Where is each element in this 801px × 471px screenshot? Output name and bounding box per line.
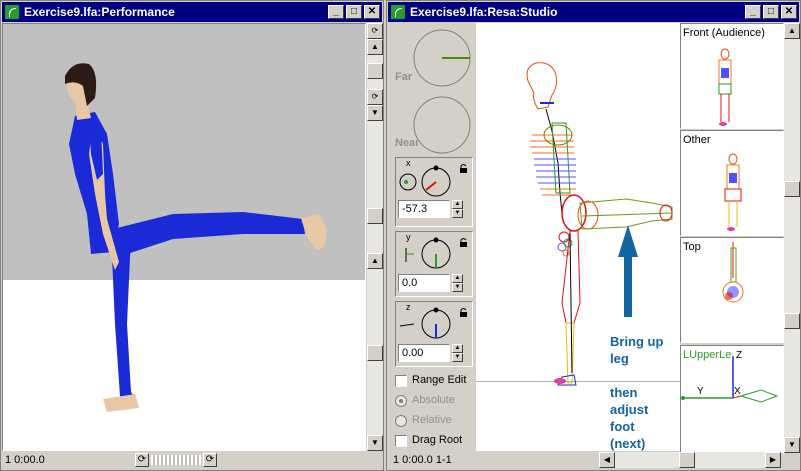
- axis-z-label: Z: [736, 350, 743, 361]
- drag-root-label: Drag Root: [412, 434, 463, 446]
- performance-window: Exercise9.lfa:Performance _ □ ✕ ⟳ ▲ ⟳ ▼ …: [0, 0, 384, 471]
- scroll-left-button[interactable]: ◀: [599, 452, 615, 468]
- studio-vscroll[interactable]: ▲ ▼: [784, 23, 800, 453]
- scroll-thumb[interactable]: [784, 181, 800, 197]
- annotation-line: then: [610, 385, 638, 400]
- far-label: Far: [395, 71, 413, 83]
- annotation-line: foot: [610, 419, 635, 434]
- near-label: Near: [395, 137, 420, 149]
- x-rotation-group: x -57.3 ▲ ▼: [395, 157, 473, 227]
- performance-status-bar: 1 0:00.0 ⟳ ⟳: [3, 452, 383, 468]
- minimize-button[interactable]: _: [745, 5, 761, 19]
- maximize-button[interactable]: □: [763, 5, 779, 19]
- rotate-icon[interactable]: ⟳: [203, 453, 217, 467]
- z-rotation-group: z 0.00 ▲ ▼: [395, 301, 473, 367]
- scroll-thumb[interactable]: [784, 313, 800, 329]
- app-icon: [5, 5, 19, 19]
- lock-icon[interactable]: [459, 238, 468, 248]
- rotate-icon[interactable]: ⟳: [135, 453, 149, 467]
- zoom-slider[interactable]: [151, 455, 201, 465]
- scroll-thumb[interactable]: [367, 208, 383, 224]
- dial-panel: Far Near x -57.3 ▲ ▼ y 0.0 ▲ ▼ z 0.00 ▲ …: [390, 23, 474, 451]
- performance-titlebar[interactable]: Exercise9.lfa:Performance _ □ ✕: [2, 2, 382, 22]
- front-view-panel[interactable]: Front (Audience): [680, 23, 784, 129]
- performance-viewport[interactable]: [2, 23, 366, 451]
- scroll-down-button[interactable]: ▼: [367, 435, 383, 451]
- app-icon: [391, 5, 405, 19]
- top-skeleton-thumb: [722, 242, 744, 303]
- performance-vscroll[interactable]: ⟳ ▲ ⟳ ▼ ▲ ▼: [367, 23, 383, 451]
- relative-label: Relative: [412, 414, 452, 426]
- z-value-spinner[interactable]: ▲ ▼: [452, 344, 463, 362]
- annotation-line: leg: [610, 351, 629, 366]
- annotation-line: adjust: [610, 402, 649, 417]
- z-value-field[interactable]: 0.00: [398, 344, 450, 362]
- y-value-spinner[interactable]: ▲ ▼: [452, 274, 463, 292]
- axis-y-label: Y: [697, 386, 704, 397]
- minimize-button[interactable]: _: [328, 5, 344, 19]
- scroll-thumb[interactable]: [367, 63, 383, 79]
- joint-axis-panel[interactable]: LUpperLe Z Y X: [680, 345, 784, 453]
- other-view-panel[interactable]: Other: [680, 130, 784, 236]
- absolute-radio[interactable]: [395, 395, 407, 407]
- scroll-up-button[interactable]: ▲: [367, 39, 383, 55]
- annotation-line: (next): [610, 436, 646, 451]
- axis-x-label: X: [734, 386, 741, 397]
- studio-window: Exercise9.lfa:Resa:Studio _ □ ✕ Far Near…: [386, 0, 801, 471]
- relative-radio[interactable]: [395, 415, 407, 427]
- lock-icon[interactable]: [459, 164, 468, 174]
- x-value-field[interactable]: -57.3: [398, 200, 450, 218]
- top-view-panel[interactable]: Top: [680, 237, 784, 343]
- front-skeleton-thumb: [718, 48, 732, 126]
- absolute-label: Absolute: [412, 394, 455, 406]
- studio-status-bar: 1 0:00.0 1-1 ◀ ▶: [389, 452, 800, 468]
- drag-root-checkbox[interactable]: [395, 435, 407, 447]
- scroll-up-button[interactable]: ▲: [367, 253, 383, 269]
- studio-time-readout: 1 0:00.0 1-1: [393, 454, 452, 466]
- horizontal-scroll-track[interactable]: [615, 452, 779, 468]
- y-value-field[interactable]: 0.0: [398, 274, 450, 292]
- maximize-button[interactable]: □: [346, 5, 362, 19]
- close-button[interactable]: ✕: [364, 5, 380, 19]
- scroll-up-button[interactable]: ▲: [784, 23, 800, 39]
- scroll-down-button[interactable]: ▼: [784, 437, 800, 453]
- view-panel-column: Front (Audience) Other Top LUpperLe Z Y …: [680, 23, 784, 453]
- performance-time-readout: 1 0:00.0: [5, 454, 45, 466]
- instruction-annotation: Bring up leg then adjust foot (next): [610, 333, 680, 451]
- x-value-spinner[interactable]: ▲ ▼: [452, 200, 463, 218]
- studio-viewport[interactable]: Bring up leg then adjust foot (next): [476, 23, 680, 451]
- scroll-right-button[interactable]: ▶: [765, 452, 781, 468]
- scroll-thumb[interactable]: [679, 452, 695, 468]
- range-edit-label: Range Edit: [412, 374, 467, 386]
- performance-window-title: Exercise9.lfa:Performance: [24, 5, 175, 19]
- scroll-down-button[interactable]: ▼: [367, 105, 383, 121]
- range-edit-checkbox[interactable]: [395, 375, 407, 387]
- studio-titlebar[interactable]: Exercise9.lfa:Resa:Studio _ □ ✕: [388, 2, 799, 22]
- rotate-icon[interactable]: ⟳: [367, 23, 383, 39]
- annotation-line: Bring up: [610, 334, 664, 349]
- rotate-icon[interactable]: ⟳: [367, 89, 383, 105]
- lock-icon[interactable]: [459, 308, 468, 318]
- near-dial[interactable]: [390, 91, 474, 161]
- close-button[interactable]: ✕: [781, 5, 797, 19]
- axis-gizmo: [681, 356, 779, 403]
- dancer-figure: [65, 63, 327, 412]
- studio-window-title: Exercise9.lfa:Resa:Studio: [410, 5, 558, 19]
- other-skeleton-thumb: [724, 153, 742, 231]
- scroll-thumb[interactable]: [367, 345, 383, 361]
- y-rotation-group: y 0.0 ▲ ▼: [395, 231, 473, 297]
